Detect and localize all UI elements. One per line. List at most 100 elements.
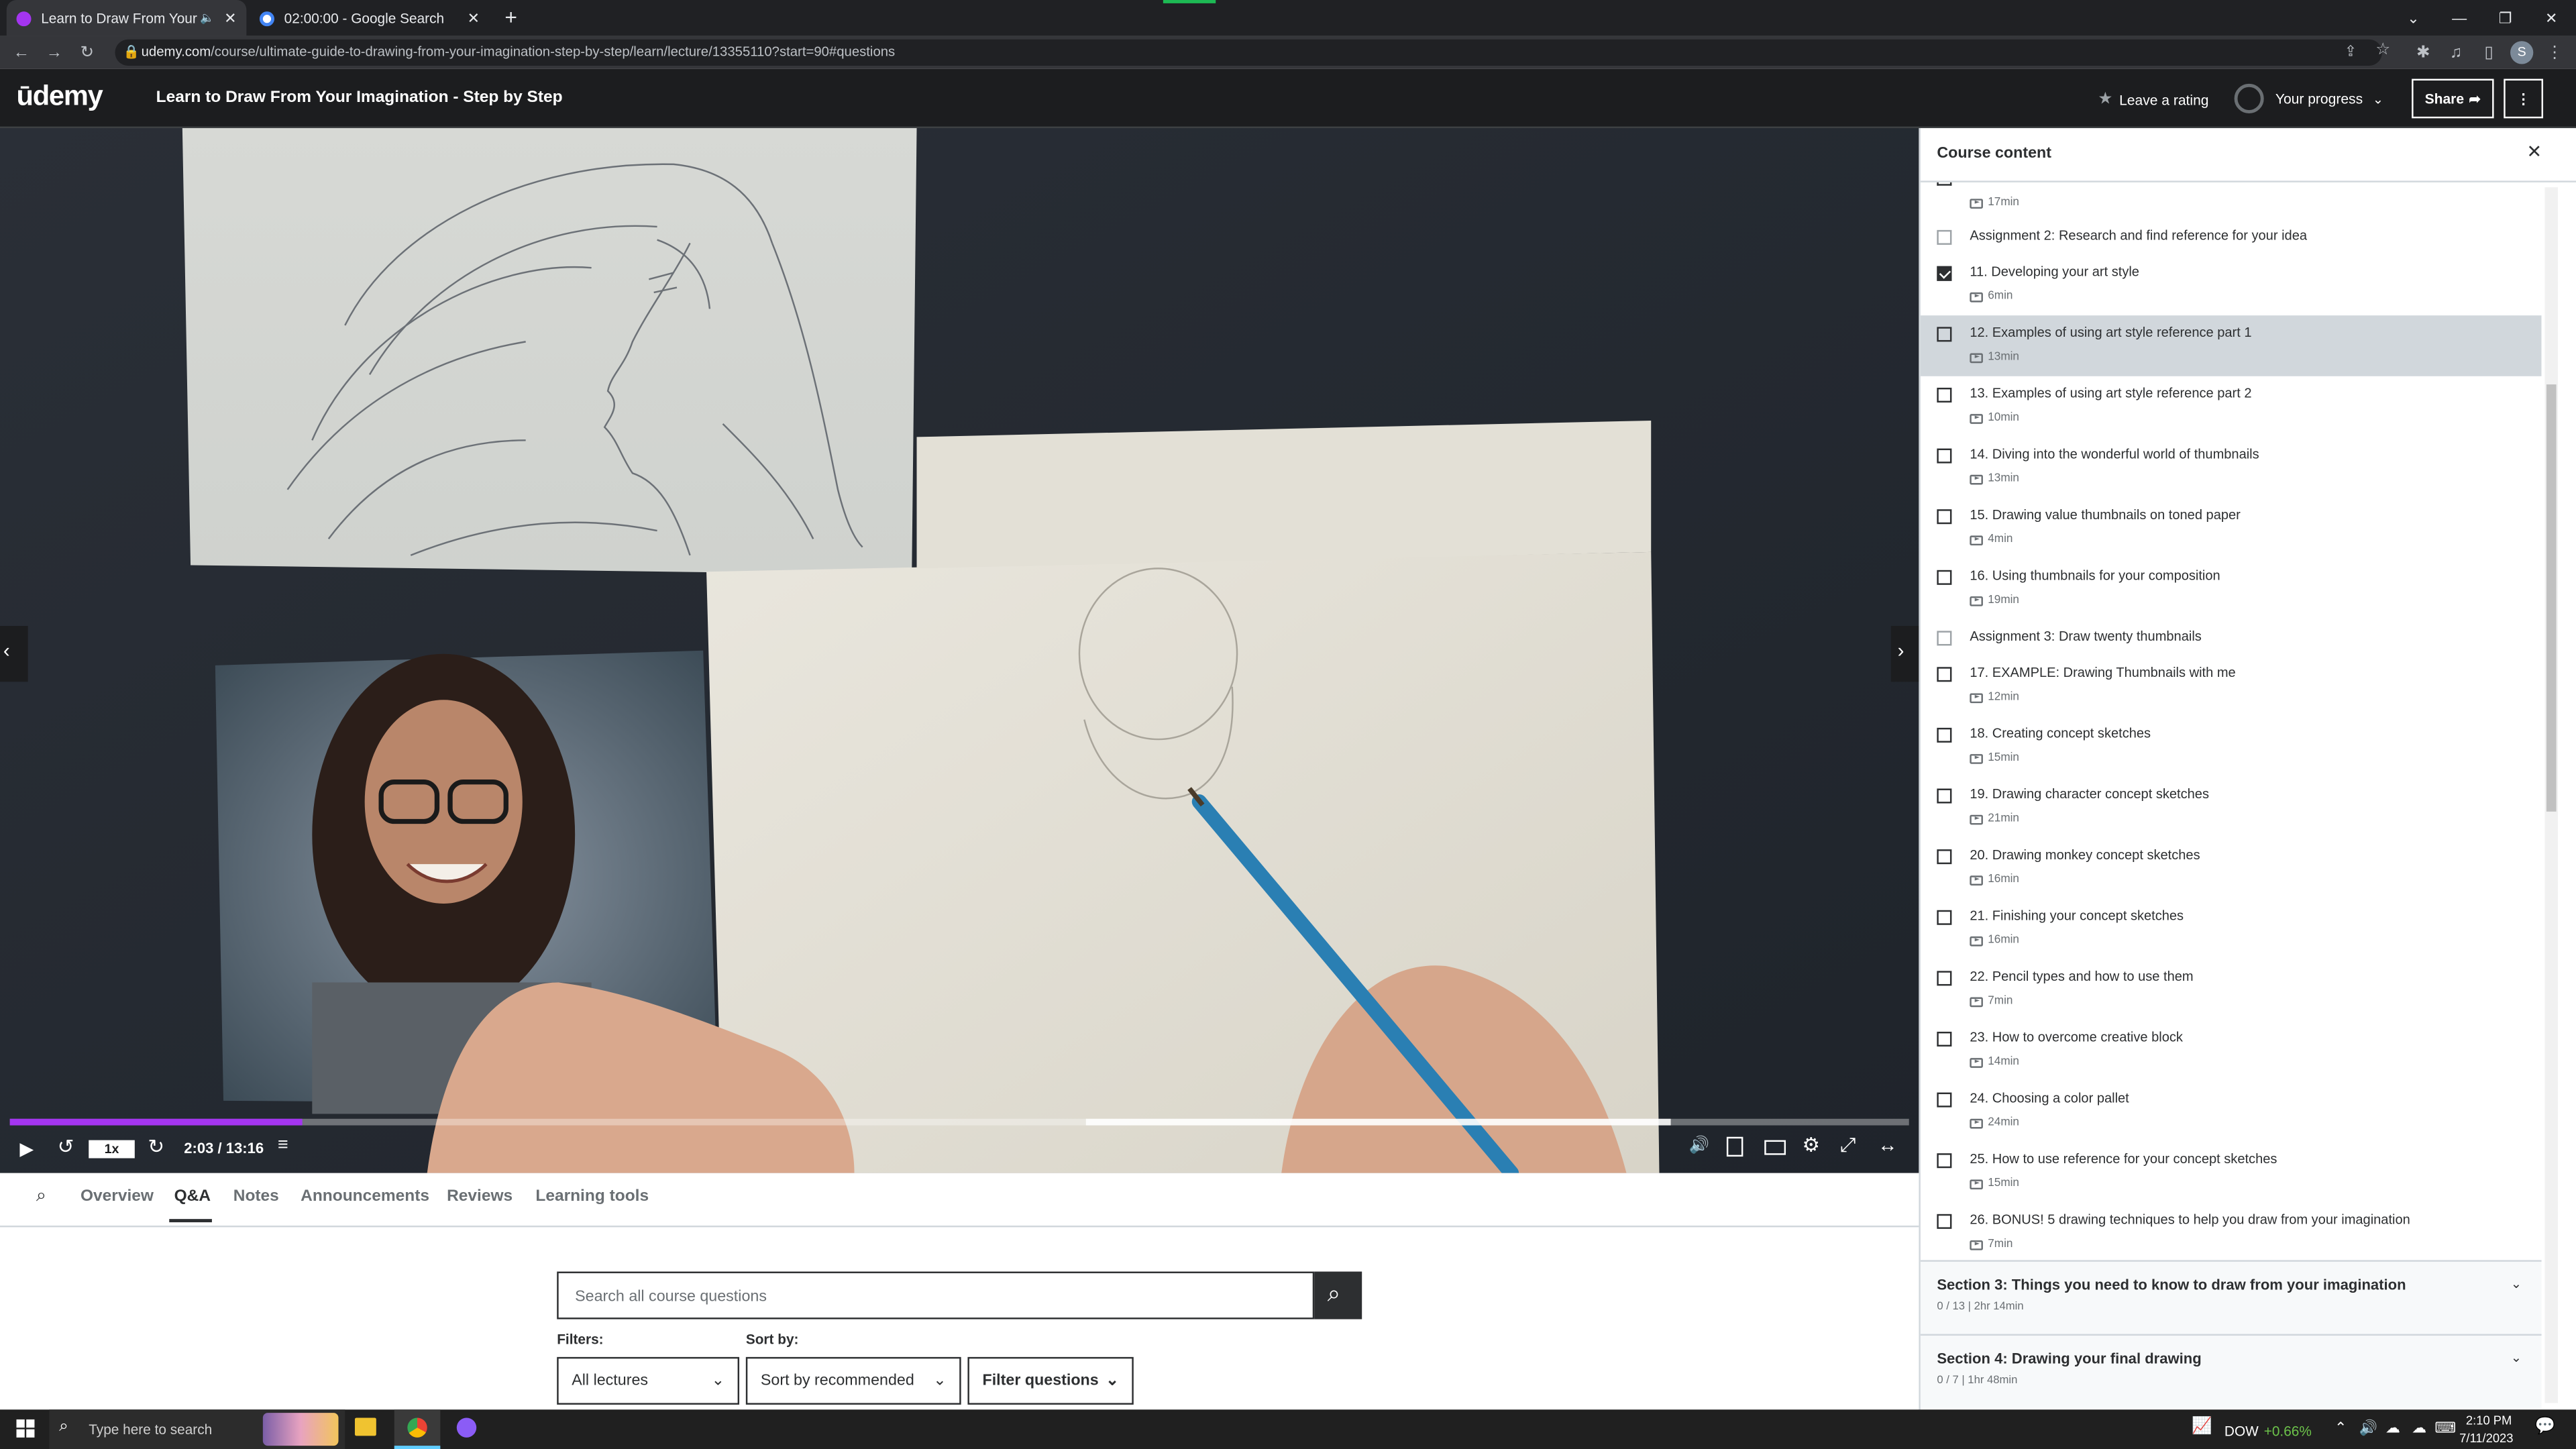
- restore-icon[interactable]: ❐: [2482, 0, 2528, 36]
- lecture-item[interactable]: 23. How to overcome creative block 14min: [1921, 1020, 2542, 1081]
- tab-overview[interactable]: Overview: [80, 1188, 154, 1206]
- more-options-button[interactable]: ⋮: [2504, 78, 2544, 119]
- lecture-checkbox[interactable]: [1937, 182, 1952, 186]
- filter-questions-button[interactable]: Filter questions ⌄: [967, 1356, 1134, 1405]
- minimize-icon[interactable]: —: [2436, 0, 2483, 36]
- tab-reviews[interactable]: Reviews: [447, 1188, 513, 1206]
- lecture-checkbox[interactable]: [1937, 327, 1952, 342]
- sort-select[interactable]: Sort by recommended ⌄: [745, 1356, 961, 1405]
- close-tab-icon[interactable]: ✕: [468, 9, 480, 27]
- lecture-checkbox[interactable]: [1937, 971, 1952, 986]
- fullscreen-icon[interactable]: ⤢: [1840, 1134, 1856, 1159]
- tab-learning-tools[interactable]: Learning tools: [535, 1188, 649, 1206]
- forward-5-icon[interactable]: ↻: [148, 1135, 164, 1158]
- ticker-change[interactable]: +0.66%: [2264, 1423, 2312, 1439]
- browser-tab-google[interactable]: 02:00:00 - Google Search ✕: [250, 0, 490, 36]
- speaker-icon[interactable]: 🔈: [200, 11, 214, 25]
- tab-announcements[interactable]: Announcements: [301, 1188, 429, 1206]
- video-progress-track[interactable]: [9, 1118, 1909, 1126]
- chrome-taskbar-button[interactable]: [394, 1409, 441, 1449]
- clock-time[interactable]: 2:10 PM: [2466, 1413, 2512, 1428]
- windows-start-icon[interactable]: [16, 1419, 35, 1438]
- lecture-item[interactable]: 18. Creating concept sketches 15min: [1921, 716, 2542, 777]
- rewind-5-icon[interactable]: ↺: [58, 1135, 74, 1158]
- lecture-checkbox[interactable]: [1937, 229, 1952, 245]
- browser-tab-udemy[interactable]: Learn to Draw From Your Im 🔈 ✕: [6, 0, 247, 36]
- lecture-item[interactable]: 20. Drawing monkey concept sketches 16min: [1921, 838, 2542, 899]
- lecture-checkbox[interactable]: [1937, 1031, 1952, 1046]
- expand-view-icon[interactable]: ↔: [1878, 1134, 1897, 1157]
- lecture-item[interactable]: 14. Diving into the wonderful world of t…: [1921, 437, 2542, 498]
- lecture-item[interactable]: 17. EXAMPLE: Drawing Thumbnails with me 1…: [1921, 655, 2542, 716]
- extensions-icon[interactable]: ✱: [2412, 41, 2434, 64]
- new-tab-icon[interactable]: +: [498, 5, 524, 31]
- playback-speed-button[interactable]: 1x: [89, 1140, 135, 1159]
- file-explorer-icon[interactable]: [354, 1417, 376, 1436]
- transcript-icon[interactable]: [1726, 1136, 1743, 1157]
- course-section[interactable]: Section 4: Drawing your final drawing 0 /…: [1920, 1334, 2542, 1408]
- reload-icon[interactable]: ↻: [76, 41, 99, 64]
- lecture-checkbox[interactable]: [1937, 667, 1952, 682]
- scrollbar-thumb[interactable]: [2546, 384, 2557, 812]
- notification-icon[interactable]: 💬: [2535, 1417, 2555, 1436]
- keyboard-icon[interactable]: ⌨: [2434, 1419, 2456, 1438]
- tab-qa[interactable]: Q&A: [174, 1188, 211, 1206]
- lecture-item[interactable]: 13. Examples of using art style referenc…: [1921, 376, 2542, 437]
- tab-search-icon[interactable]: ⌄: [2390, 0, 2436, 36]
- back-icon[interactable]: ←: [10, 41, 33, 64]
- bookmark-star-icon[interactable]: ☆: [2375, 41, 2390, 59]
- lecture-checkbox[interactable]: [1937, 387, 1952, 402]
- settings-gear-icon[interactable]: ⚙: [1803, 1134, 1820, 1157]
- lecture-checkbox[interactable]: [1937, 788, 1952, 804]
- tab-notes[interactable]: Notes: [233, 1188, 279, 1206]
- close-tab-icon[interactable]: ✕: [224, 9, 236, 27]
- udemy-logo[interactable]: ūdemy: [16, 80, 103, 113]
- clock-date[interactable]: 7/11/2023: [2459, 1431, 2513, 1446]
- lecture-checkbox[interactable]: [1937, 570, 1952, 585]
- sidebar-scrollbar[interactable]: [2544, 187, 2559, 1403]
- network-icon[interactable]: ☁: [2412, 1419, 2426, 1438]
- lecture-item[interactable]: 21. Finishing your concept sketches 16min: [1921, 899, 2542, 960]
- lecture-item[interactable]: 15. Drawing value thumbnails on toned pa…: [1921, 498, 2542, 559]
- share-page-icon[interactable]: ⇪: [2345, 43, 2357, 61]
- assignment-item[interactable]: Assignment 2: Research and find referenc…: [1921, 219, 2542, 255]
- search-icon[interactable]: ⌕: [36, 1186, 46, 1208]
- lecture-item[interactable]: 25. How to use reference for your concep…: [1921, 1142, 2542, 1203]
- forward-icon[interactable]: →: [43, 41, 66, 64]
- lecture-item[interactable]: 16. Using thumbnails for your compositio…: [1921, 559, 2542, 620]
- side-panel-icon[interactable]: ▯: [2477, 41, 2500, 64]
- lecture-checkbox[interactable]: [1937, 631, 1952, 646]
- taskbar-search-box[interactable]: ⌕ Type here to search: [49, 1409, 345, 1449]
- media-control-icon[interactable]: ♫: [2445, 41, 2467, 64]
- course-title[interactable]: Learn to Draw From Your Imagination - St…: [156, 89, 563, 107]
- address-bar[interactable]: 🔒 udemy.com/course/ultimate-guide-to-dra…: [115, 39, 2390, 66]
- lecture-filter-select[interactable]: All lectures ⌄: [557, 1356, 740, 1405]
- github-desktop-icon[interactable]: [456, 1417, 477, 1438]
- speaker-tray-icon[interactable]: 🔊: [2359, 1419, 2377, 1438]
- chrome-menu-icon[interactable]: ⋮: [2543, 41, 2566, 64]
- course-section[interactable]: Section 3: Things you need to know to dr…: [1920, 1260, 2542, 1334]
- lecture-item[interactable]: 19. Drawing character concept sketches 21…: [1921, 777, 2542, 838]
- your-progress-button[interactable]: Your progress ⌄: [2234, 83, 2383, 113]
- leave-rating-button[interactable]: ★ Leave a rating: [2098, 91, 2208, 109]
- lecture-checkbox[interactable]: [1937, 1092, 1952, 1108]
- next-lecture-icon[interactable]: ›: [1898, 639, 1904, 662]
- lecture-checkbox[interactable]: [1937, 509, 1952, 525]
- previous-lecture-icon[interactable]: ‹: [3, 639, 10, 662]
- profile-avatar[interactable]: S: [2510, 41, 2534, 64]
- play-icon[interactable]: ▶: [19, 1138, 34, 1160]
- lecture-checkbox[interactable]: [1937, 849, 1952, 865]
- lecture-checkbox[interactable]: [1937, 448, 1952, 464]
- qa-search-input[interactable]: [572, 1273, 1301, 1320]
- close-window-icon[interactable]: ✕: [2528, 0, 2575, 36]
- lecture-item[interactable]: 26. BONUS! 5 drawing techniques to help …: [1921, 1203, 2542, 1264]
- lecture-item[interactable]: 22. Pencil types and how to use them 7min: [1921, 959, 2542, 1020]
- ticker-name[interactable]: DOW: [2224, 1423, 2259, 1439]
- volume-icon[interactable]: 🔊: [1689, 1137, 1709, 1155]
- lecture-checkbox[interactable]: [1937, 1214, 1952, 1229]
- qa-search-button[interactable]: ⌕: [1314, 1271, 1362, 1320]
- lecture-checkbox[interactable]: [1937, 910, 1952, 925]
- lecture-checkbox[interactable]: [1937, 727, 1952, 743]
- share-button[interactable]: Share ➦: [2412, 78, 2494, 119]
- video-player[interactable]: ‹ › ▶ ↺ 1x ↻ 2:03 / 13:16 ≡ 🔊 ⚙ ⤢ ↔: [0, 128, 1919, 1173]
